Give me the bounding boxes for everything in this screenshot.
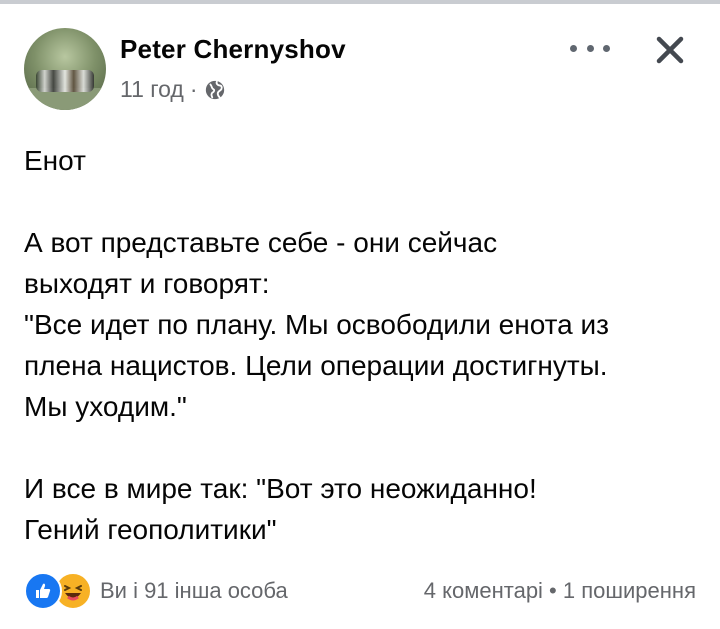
globe-icon[interactable] xyxy=(204,79,226,101)
reactions-summary[interactable]: Ви і 91 інша особа xyxy=(24,572,288,610)
close-icon[interactable] xyxy=(650,30,690,70)
post-meta: 11 год · xyxy=(120,76,226,103)
comments-shares-stats[interactable]: 4 коментарі • 1 поширення xyxy=(424,578,696,604)
avatar[interactable] xyxy=(24,28,106,110)
like-icon xyxy=(24,572,62,610)
facebook-post: Peter Chernyshov 11 год · Енот А вот пре… xyxy=(0,0,720,629)
more-options-icon[interactable] xyxy=(570,38,610,58)
author-name[interactable]: Peter Chernyshov xyxy=(120,34,346,65)
post-text: Енот А вот представьте себе - они сейчас… xyxy=(24,145,609,545)
post-header: Peter Chernyshov 11 год · xyxy=(24,28,696,110)
meta-separator: · xyxy=(189,76,198,102)
top-divider xyxy=(0,0,720,4)
post-footer: Ви і 91 інша особа 4 коментарі • 1 пошир… xyxy=(24,572,696,612)
reactions-count[interactable]: Ви і 91 інша особа xyxy=(100,578,288,604)
avatar-photo-people xyxy=(36,70,94,92)
post-time[interactable]: 11 год xyxy=(120,76,184,103)
